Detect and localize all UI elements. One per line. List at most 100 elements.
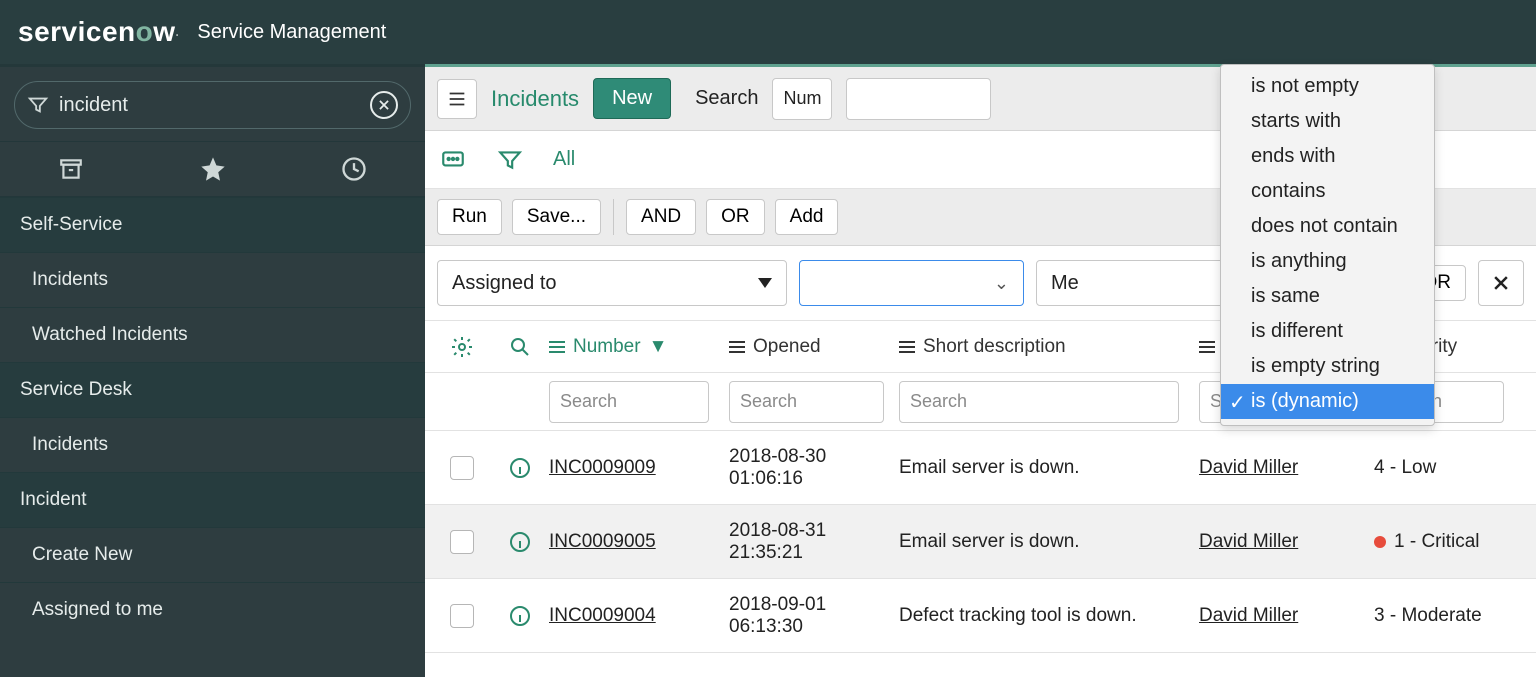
nav-filter[interactable] xyxy=(14,81,411,129)
operator-option[interactable]: ends with xyxy=(1221,139,1434,174)
operator-option[interactable]: contains xyxy=(1221,174,1434,209)
col-header-number[interactable]: Number ▼ xyxy=(549,336,729,358)
operator-option[interactable]: is different xyxy=(1221,314,1434,349)
column-search-toggle[interactable] xyxy=(491,335,549,359)
nav-link-watched-incidents[interactable]: Watched Incidents xyxy=(0,307,425,362)
operator-option[interactable]: is anything xyxy=(1221,244,1434,279)
row-checkbox[interactable] xyxy=(450,530,474,554)
cell-short-description: Email server is down. xyxy=(899,531,1199,553)
run-button[interactable]: Run xyxy=(437,199,502,235)
cell-opened: 2018-08-3121:35:21 xyxy=(729,520,899,564)
cell-short-description: Defect tracking tool is down. xyxy=(899,605,1199,627)
nav-tab-favorites[interactable] xyxy=(142,142,284,196)
nav-icon-tabs xyxy=(0,141,425,197)
nav-link-incidents-ss[interactable]: Incidents xyxy=(0,252,425,307)
breadcrumb-all[interactable]: All xyxy=(553,148,575,171)
filter-remove-button[interactable] xyxy=(1478,260,1524,306)
caret-down-icon xyxy=(758,278,772,288)
row-checkbox[interactable] xyxy=(450,456,474,480)
operator-option[interactable]: is same xyxy=(1221,279,1434,314)
close-icon xyxy=(377,98,391,112)
search-field-select[interactable]: Num xyxy=(772,78,832,120)
table-body: INC00090092018-08-3001:06:16Email server… xyxy=(425,431,1536,653)
and-button[interactable]: AND xyxy=(626,199,696,235)
filter-operator-select[interactable]: ⌄ xyxy=(799,260,1024,306)
table-row[interactable]: INC0009009 2018-08-3001:06:16Email server… xyxy=(425,431,1536,505)
menu-icon xyxy=(446,88,468,110)
row-checkbox[interactable] xyxy=(450,604,474,628)
cell-short-description: Email server is down. xyxy=(899,457,1199,479)
cell-opened: 2018-09-0106:13:30 xyxy=(729,594,899,638)
nav-group-service-desk[interactable]: Service Desk xyxy=(0,362,425,417)
nav-link-create-new[interactable]: Create New xyxy=(0,527,425,582)
save-button[interactable]: Save... xyxy=(512,199,601,235)
nav-link-assigned-to-me[interactable]: Assigned to me xyxy=(0,582,425,637)
incident-number-link[interactable]: INC0009004 xyxy=(549,605,656,626)
incident-number-link[interactable]: INC0009005 xyxy=(549,531,656,552)
gear-icon xyxy=(450,335,474,359)
activity-stream-icon[interactable] xyxy=(439,147,467,173)
new-button[interactable]: New xyxy=(593,78,671,119)
nav-filter-wrap xyxy=(0,67,425,141)
nav-group-self-service[interactable]: Self-Service xyxy=(0,197,425,252)
divider xyxy=(613,199,614,235)
info-icon xyxy=(508,604,532,628)
close-icon xyxy=(1491,273,1511,293)
nav-tab-history[interactable] xyxy=(283,142,425,196)
star-icon xyxy=(199,155,227,183)
operator-option[interactable]: is (dynamic) xyxy=(1221,384,1434,419)
operator-option[interactable]: is not empty xyxy=(1221,69,1434,104)
add-sort-button[interactable]: Add xyxy=(775,199,839,235)
table-row[interactable]: INC0009005 2018-08-3121:35:21Email server… xyxy=(425,505,1536,579)
nav-sidebar: Self-Service Incidents Watched Incidents… xyxy=(0,64,425,677)
cell-opened: 2018-08-3001:06:16 xyxy=(729,446,899,490)
or-button[interactable]: OR xyxy=(706,199,765,235)
caller-link[interactable]: David Miller xyxy=(1199,531,1298,552)
nav-link-incidents-sd[interactable]: Incidents xyxy=(0,417,425,472)
row-info-button[interactable] xyxy=(491,530,549,554)
filter-toggle-icon[interactable] xyxy=(497,147,523,173)
row-info-button[interactable] xyxy=(491,456,549,480)
archive-icon xyxy=(58,156,84,182)
filter-field-value: Assigned to xyxy=(452,272,557,295)
col-header-opened[interactable]: Opened xyxy=(729,336,899,358)
nav-filter-clear[interactable] xyxy=(370,91,398,119)
table-row[interactable]: INC0009004 2018-09-0106:13:30Defect track… xyxy=(425,579,1536,653)
col-header-short-description[interactable]: Short description xyxy=(899,336,1199,358)
cell-priority: 1 - Critical xyxy=(1374,531,1524,553)
personalize-columns-button[interactable] xyxy=(433,335,491,359)
nav-list: Self-Service Incidents Watched Incidents… xyxy=(0,197,425,637)
operator-dropdown[interactable]: is not emptystarts withends withcontains… xyxy=(1220,64,1435,426)
search-desc-input[interactable] xyxy=(899,381,1179,423)
search-number-input[interactable] xyxy=(549,381,709,423)
cell-priority: 3 - Moderate xyxy=(1374,605,1524,627)
row-info-button[interactable] xyxy=(491,604,549,628)
info-icon xyxy=(508,456,532,480)
brand-subtitle: Service Management xyxy=(197,21,386,44)
nav-group-incident[interactable]: Incident xyxy=(0,472,425,527)
filter-field-select[interactable]: Assigned to xyxy=(437,260,787,306)
brand-logo: servicenow. xyxy=(18,16,179,48)
search-opened-input[interactable] xyxy=(729,381,884,423)
cell-priority: 4 - Low xyxy=(1374,457,1524,479)
chevron-down-icon: ⌄ xyxy=(994,273,1009,294)
caller-link[interactable]: David Miller xyxy=(1199,457,1298,478)
filter-icon xyxy=(27,94,49,116)
sort-desc-icon: ▼ xyxy=(649,336,668,358)
main-panel: Incidents New Search Num All Run Save...… xyxy=(425,64,1536,677)
search-query-input[interactable] xyxy=(846,78,991,120)
operator-option[interactable]: starts with xyxy=(1221,104,1434,139)
nav-filter-input[interactable] xyxy=(59,94,370,117)
list-title[interactable]: Incidents xyxy=(491,86,579,112)
caller-link[interactable]: David Miller xyxy=(1199,605,1298,626)
filter-value-text: Me xyxy=(1051,272,1079,295)
content-body: Self-Service Incidents Watched Incidents… xyxy=(0,64,1536,677)
nav-tab-all[interactable] xyxy=(0,142,142,196)
global-header: servicenow. Service Management xyxy=(0,0,1536,64)
operator-option[interactable]: does not contain xyxy=(1221,209,1434,244)
operator-option[interactable]: is empty string xyxy=(1221,349,1434,384)
incident-number-link[interactable]: INC0009009 xyxy=(549,457,656,478)
search-label: Search xyxy=(695,87,758,110)
info-icon xyxy=(508,530,532,554)
list-menu-button[interactable] xyxy=(437,79,477,119)
